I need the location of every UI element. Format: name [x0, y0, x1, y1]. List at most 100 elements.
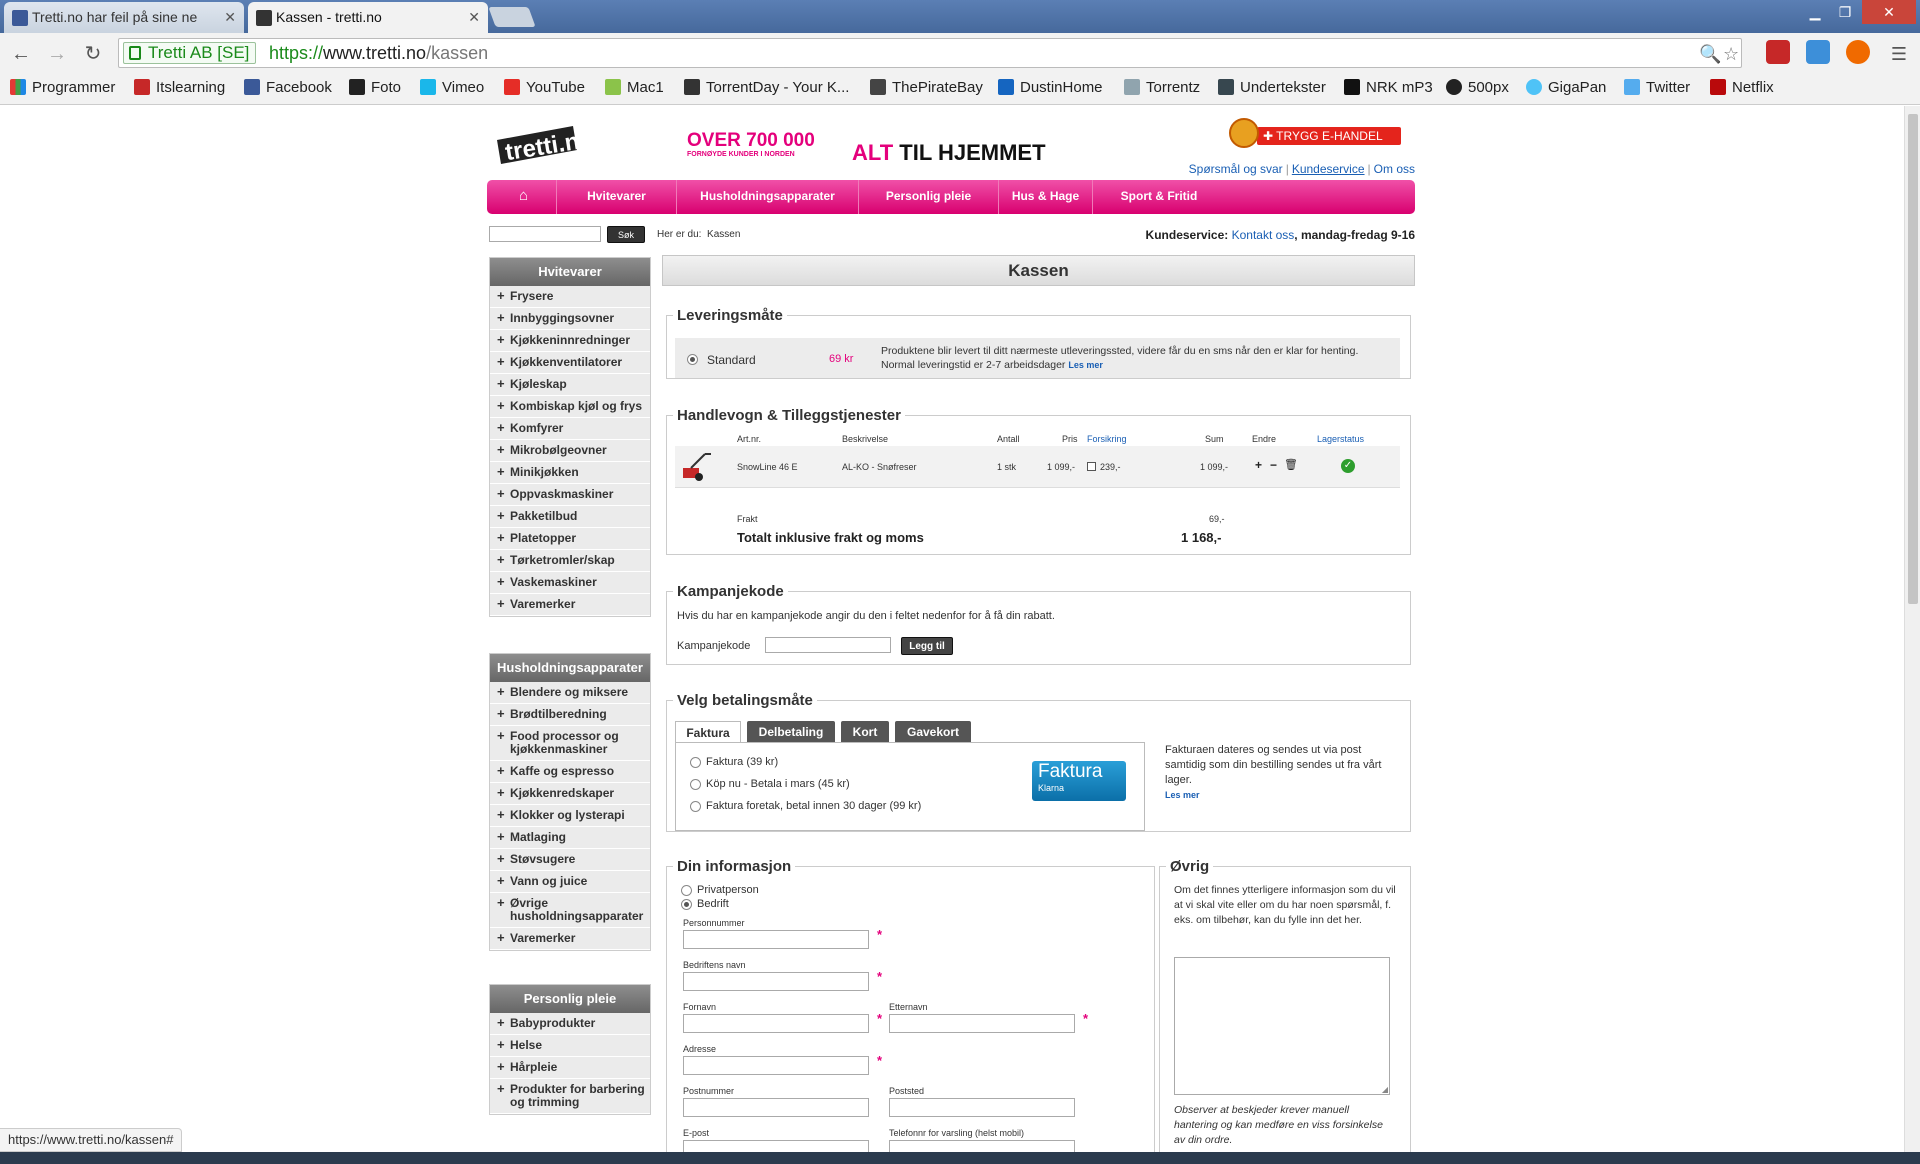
sidebar-item[interactable]: Kjøkkenventilatorer	[490, 352, 650, 374]
menu-icon[interactable]: ☰	[1886, 41, 1912, 67]
forward-icon[interactable]: →	[44, 41, 70, 67]
bedrift-radio[interactable]	[681, 899, 692, 910]
lagerstatus-link[interactable]: Lagerstatus	[1317, 434, 1364, 444]
bookmark-nrk-mp3[interactable]: NRK mP3	[1344, 79, 1433, 97]
sidebar-item[interactable]: Kjøkkeninnredninger	[490, 330, 650, 352]
sidebar-item[interactable]: Varemerker	[490, 594, 650, 616]
sidebar-item[interactable]: Oppvaskmaskiner	[490, 484, 650, 506]
bookmark-foto[interactable]: Foto	[349, 79, 401, 97]
sidebar-item[interactable]: Kjøleskap	[490, 374, 650, 396]
adresse-input[interactable]	[683, 1056, 869, 1075]
increase-quantity-icon[interactable]: +	[1255, 458, 1262, 472]
back-icon[interactable]: ←	[8, 41, 34, 67]
sidebar-item[interactable]: Kjøkkenredskaper	[490, 783, 650, 805]
url-text[interactable]: https://www.tretti.no/kassen	[269, 42, 488, 64]
bookmark-mac1[interactable]: Mac1	[605, 79, 664, 97]
tab-close-icon[interactable]: ✕	[224, 2, 236, 33]
kampanjekode-input[interactable]	[765, 637, 891, 653]
bookmark-torrentday[interactable]: TorrentDay - Your K...	[684, 79, 849, 97]
sidebar-item[interactable]: Frysere	[490, 286, 650, 308]
nav-personlig-pleie[interactable]: Personlig pleie	[859, 180, 999, 214]
bookmark-undertekster[interactable]: Undertekster	[1218, 79, 1326, 97]
nav-sport-fritid[interactable]: Sport & Fritid	[1093, 180, 1225, 214]
nav-home-icon[interactable]: ⌂	[491, 180, 557, 214]
personnummer-input[interactable]	[683, 930, 869, 949]
address-bar[interactable]: Tretti AB [SE] https://www.tretti.no/kas…	[118, 38, 1742, 68]
resize-handle-icon[interactable]: ◢	[1382, 1085, 1388, 1094]
delivery-read-more[interactable]: Les mer	[1068, 360, 1103, 370]
sidebar-item[interactable]: Varemerker	[490, 928, 650, 950]
epost-input[interactable]	[683, 1140, 869, 1152]
sidebar-item[interactable]: Brødtilberedning	[490, 704, 650, 726]
bookmark-programmer[interactable]: Programmer	[10, 79, 115, 97]
nav-husholdningsapparater[interactable]: Husholdningsapparater	[677, 180, 859, 214]
tab-delbetaling[interactable]: Delbetaling	[747, 721, 835, 743]
sidebar-item[interactable]: Komfyrer	[490, 418, 650, 440]
delivery-standard-radio[interactable]	[687, 354, 698, 365]
faktura-radio[interactable]	[690, 757, 701, 768]
sidebar-item[interactable]: Klokker og lysterapi	[490, 805, 650, 827]
search-input[interactable]	[489, 226, 601, 242]
tab-inactive[interactable]: Tretti.no har feil på sine ne ✕	[4, 2, 244, 33]
payment-read-more[interactable]: Les mer	[1165, 790, 1200, 800]
sidebar-item[interactable]: Kombiskap kjøl og frys	[490, 396, 650, 418]
telefon-input[interactable]	[889, 1140, 1075, 1152]
privatperson-radio[interactable]	[681, 885, 692, 896]
snowblower-product-image[interactable]	[679, 452, 713, 482]
bookmark-itslearning[interactable]: Itslearning	[134, 79, 225, 97]
bookmark-netflix[interactable]: Netflix	[1710, 79, 1774, 97]
link-kundeservice[interactable]: Kundeservice	[1292, 162, 1365, 176]
tretti-logo[interactable]: tretti.no	[493, 118, 623, 168]
sidebar-item[interactable]: Blendere og miksere	[490, 682, 650, 704]
bookmark-twitter[interactable]: Twitter	[1624, 79, 1690, 97]
close-window-icon[interactable]: ✕	[1862, 0, 1916, 24]
trash-icon[interactable]: 🗑	[1284, 458, 1298, 471]
scrollbar-thumb[interactable]	[1908, 114, 1918, 604]
bookmark-vimeo[interactable]: Vimeo	[420, 79, 484, 97]
link-om-oss[interactable]: Om oss	[1374, 162, 1415, 176]
sidebar-item[interactable]: Hårpleie	[490, 1057, 650, 1079]
tab-close-icon[interactable]: ✕	[468, 2, 480, 33]
link-faq[interactable]: Spørsmål og svar	[1189, 162, 1283, 176]
sidebar-item[interactable]: Vann og juice	[490, 871, 650, 893]
sidebar-item[interactable]: Helse	[490, 1035, 650, 1057]
kop-nu-radio[interactable]	[690, 779, 701, 790]
link-kontakt-oss[interactable]: Kontakt oss	[1232, 228, 1295, 242]
sidebar-item[interactable]: Innbyggingsovner	[490, 308, 650, 330]
tab-faktura[interactable]: Faktura	[675, 721, 741, 743]
trygg-ehandel-badge[interactable]: ✚ TRYGG E-HANDEL	[1229, 118, 1409, 148]
extension-cloud-icon[interactable]	[1806, 40, 1830, 64]
sidebar-item[interactable]: Platetopper	[490, 528, 650, 550]
bedriftens-navn-input[interactable]	[683, 972, 869, 991]
bookmark-facebook[interactable]: Facebook	[244, 79, 332, 97]
sidebar-item[interactable]: Matlaging	[490, 827, 650, 849]
insurance-checkbox[interactable]	[1087, 462, 1096, 471]
minimize-icon[interactable]: ▁	[1800, 0, 1830, 24]
bookmark-gigapan[interactable]: GigaPan	[1526, 79, 1606, 97]
search-button[interactable]: Søk	[607, 226, 645, 243]
security-badge[interactable]: Tretti AB [SE]	[123, 42, 257, 64]
bookmark-thepiratebay[interactable]: ThePirateBay	[870, 79, 983, 97]
extension-adblock-icon[interactable]	[1766, 40, 1790, 64]
bookmark-youtube[interactable]: YouTube	[504, 79, 585, 97]
tab-gavekort[interactable]: Gavekort	[895, 721, 971, 743]
fornavn-input[interactable]	[683, 1014, 869, 1033]
sidebar-item[interactable]: Food processor og kjøkkenmaskiner	[490, 726, 650, 761]
tab-kort[interactable]: Kort	[841, 721, 889, 743]
bookmark-torrentz[interactable]: Torrentz	[1124, 79, 1200, 97]
star-icon[interactable]: ☆	[1723, 44, 1739, 65]
sidebar-item[interactable]: Minikjøkken	[490, 462, 650, 484]
nav-hus-hage[interactable]: Hus & Hage	[999, 180, 1093, 214]
etternavn-input[interactable]	[889, 1014, 1075, 1033]
forsikring-link[interactable]: Forsikring	[1087, 434, 1127, 444]
poststed-input[interactable]	[889, 1098, 1075, 1117]
bookmark-500px[interactable]: 500px	[1446, 79, 1509, 97]
search-icon[interactable]: 🔍	[1699, 44, 1721, 65]
sidebar-item[interactable]: Produkter for barbering og trimming	[490, 1079, 650, 1114]
extension-fire-icon[interactable]	[1846, 40, 1870, 64]
postnummer-input[interactable]	[683, 1098, 869, 1117]
decrease-quantity-icon[interactable]: −	[1270, 458, 1277, 472]
restore-icon[interactable]: ❐	[1830, 0, 1860, 24]
sidebar-item[interactable]: Kaffe og espresso	[490, 761, 650, 783]
sidebar-head[interactable]: Hvitevarer	[490, 258, 650, 286]
